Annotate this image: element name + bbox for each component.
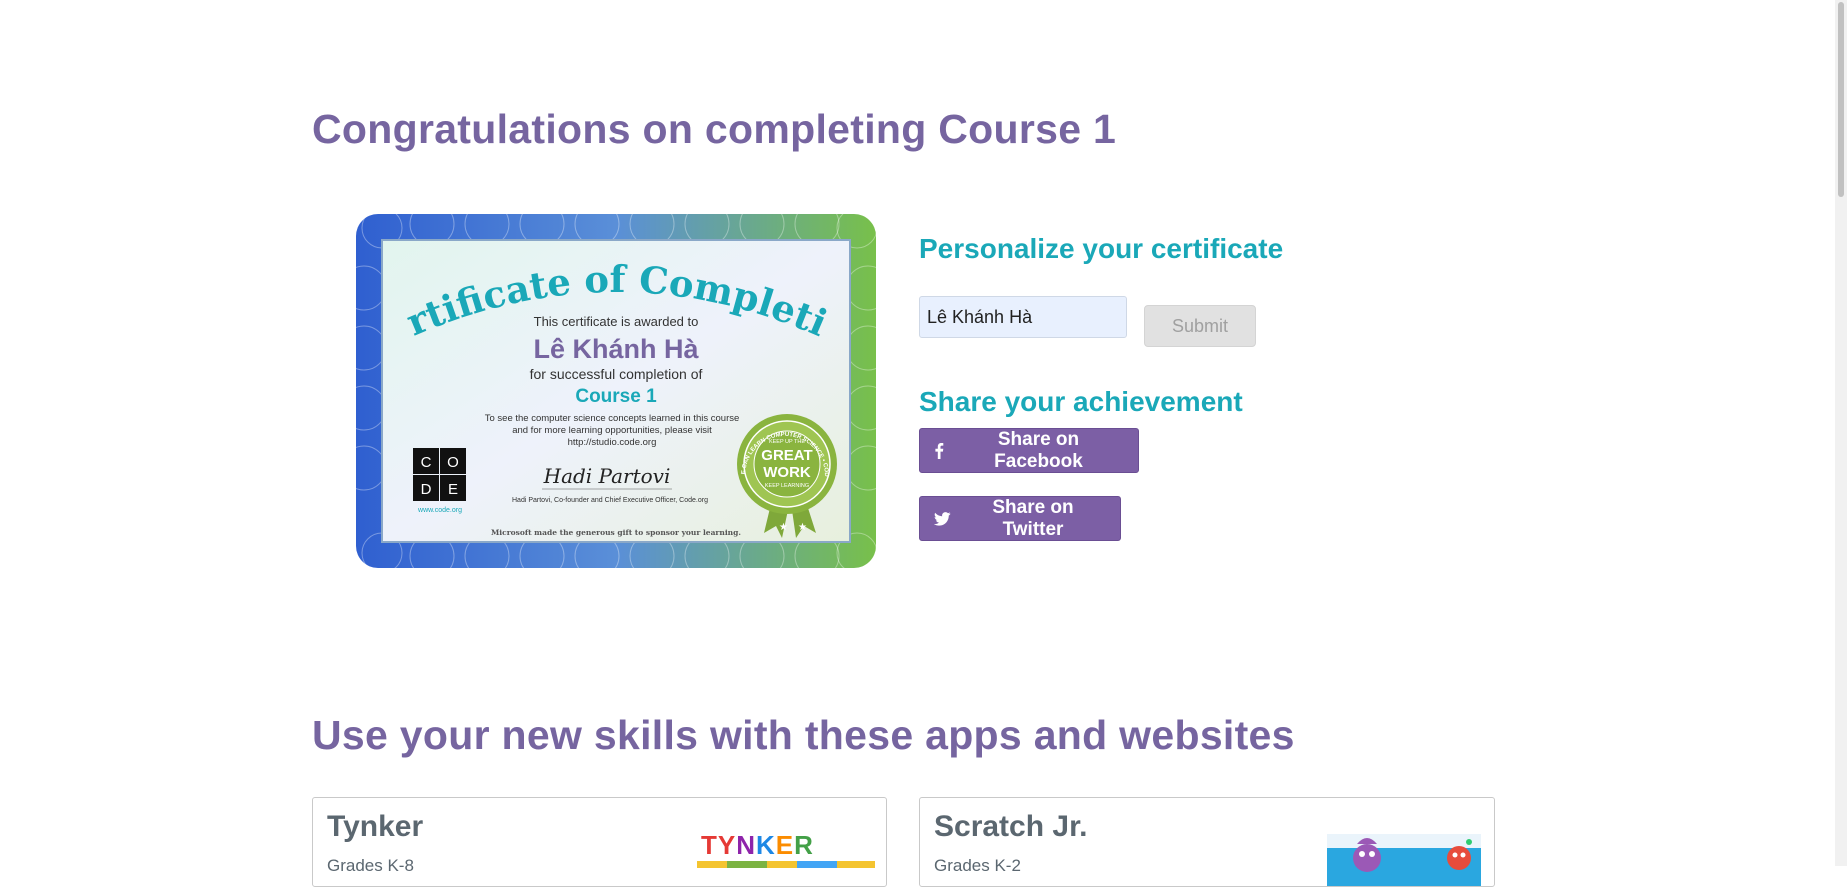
logo-letter-o: O <box>447 454 459 471</box>
personalize-title: Personalize your certificate <box>919 233 1284 264</box>
signature: Hadi Partovi <box>543 464 671 488</box>
share-twitter-label: Share on Twitter <box>992 496 1074 540</box>
submit-button[interactable]: Submit <box>1144 305 1256 347</box>
certificate-completion-line: for successful completion of <box>530 366 703 382</box>
page-scrollbar[interactable] <box>1835 0 1847 866</box>
twitter-icon <box>934 511 951 526</box>
badge-star-left: ★ <box>779 522 788 533</box>
logo-letter-d: D <box>421 481 432 498</box>
app-card-title: Tynker <box>327 810 424 843</box>
red-character <box>1447 846 1471 870</box>
certificate-awarded-line: This certificate is awarded to <box>534 314 699 329</box>
share-title: Share your achievement <box>919 386 1243 417</box>
apps-section-title: Use your new skills with these apps and … <box>312 712 1295 758</box>
certificate-info-line3: http://studio.code.org <box>568 437 657 448</box>
logo-url: www.code.org <box>417 507 462 514</box>
certificate-info-line2: and for more learning opportunities, ple… <box>512 425 712 436</box>
badge-bottom-text: KEEP LEARNING <box>765 483 809 489</box>
badge-top-text: KEEP UP THE <box>769 439 805 445</box>
app-card-grades: Grades K-2 <box>934 856 1021 875</box>
share-facebook-button[interactable]: Share on Facebook <box>919 428 1139 473</box>
certificate-image: Certificate of Completion This certifica… <box>352 208 880 573</box>
app-card-tynker[interactable]: Tynker Grades K-8 TYNKER <box>312 797 887 887</box>
sponsor-line: Microsoft made the generous gift to spon… <box>491 528 741 537</box>
tynker-logo-text: TYNKER <box>701 830 814 860</box>
facebook-icon <box>934 442 944 459</box>
share-twitter-button[interactable]: Share on Twitter <box>919 496 1121 541</box>
page-title: Congratulations on completing Course 1 <box>312 106 1117 152</box>
badge-star-right: ★ <box>798 522 807 533</box>
scratch-jr-image[interactable] <box>1327 834 1481 887</box>
certificate-course: Course 1 <box>575 386 657 407</box>
tynker-logo[interactable]: TYNKER <box>697 828 875 868</box>
app-card-grades: Grades K-8 <box>327 856 414 875</box>
logo-letter-e: E <box>448 481 458 498</box>
app-card-title: Scratch Jr. <box>934 810 1088 843</box>
badge-great: GREAT <box>761 447 812 464</box>
scrollbar-thumb[interactable] <box>1838 2 1844 197</box>
certificate-name-input[interactable] <box>919 296 1127 338</box>
certificate-recipient: Lê Khánh Hà <box>533 334 699 364</box>
logo-letter-c: C <box>421 454 432 471</box>
signer-title: Hadi Partovi, Co-founder and Chief Execu… <box>512 497 708 504</box>
app-card-scratch-jr[interactable]: Scratch Jr. Grades K-2 <box>919 797 1495 887</box>
certificate-info-line1: To see the computer science concepts lea… <box>485 413 740 424</box>
share-facebook-label: Share on Facebook <box>994 428 1083 472</box>
purple-character <box>1353 844 1381 872</box>
badge-work: WORK <box>763 464 811 481</box>
